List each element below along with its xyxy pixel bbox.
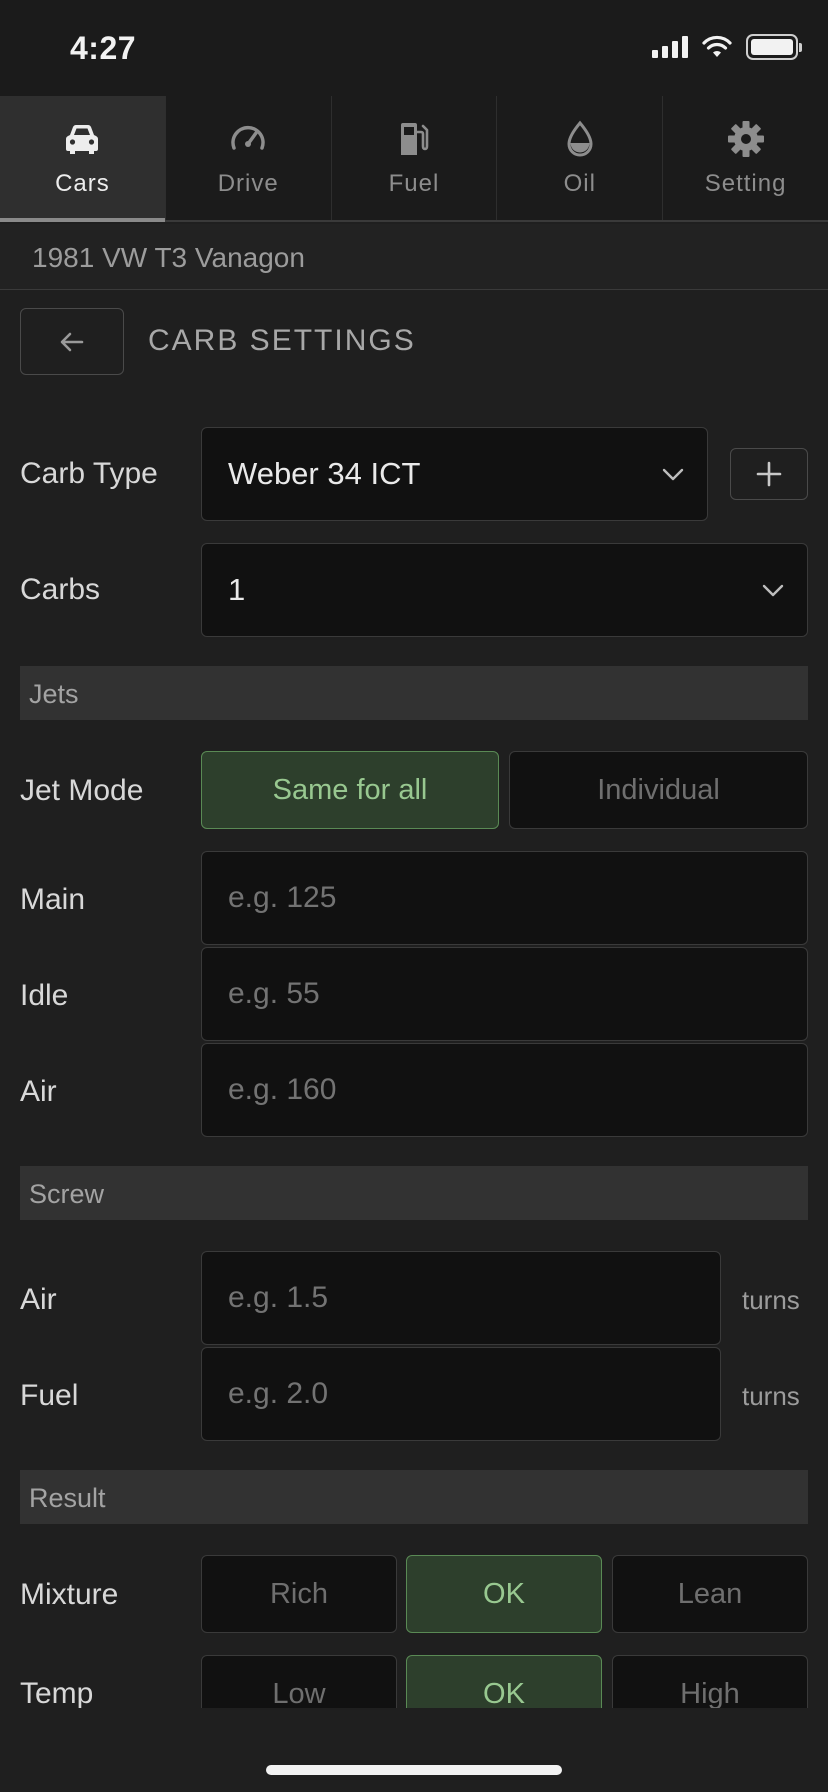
tab-label-oil: Oil	[563, 170, 596, 197]
gear-icon	[727, 121, 764, 157]
tab-label-setting: Setting	[704, 170, 787, 197]
section-result-title: Result	[29, 1483, 106, 1513]
fuel-screw-label: Fuel	[20, 1379, 79, 1412]
main-jet-label: Main	[20, 883, 86, 916]
main-jet-placeholder: e.g. 125	[228, 881, 337, 914]
air-jet-input[interactable]: e.g. 160	[201, 1043, 808, 1137]
section-result: Result	[20, 1470, 808, 1524]
carb-type-value: Weber 34 ICT	[228, 456, 421, 491]
battery-icon	[746, 34, 802, 60]
carbs-select[interactable]: 1	[201, 543, 808, 637]
mixture-rich[interactable]: Rich	[201, 1555, 397, 1633]
status-bar: 4:27	[0, 0, 828, 96]
tab-setting[interactable]: Setting	[663, 96, 828, 220]
air-screw-placeholder: e.g. 1.5	[228, 1281, 329, 1314]
tab-drive[interactable]: Drive	[166, 96, 332, 220]
carbs-value: 1	[228, 572, 246, 607]
cellular-signal-icon	[652, 36, 688, 58]
section-screw: Screw	[20, 1166, 808, 1220]
carb-type-label: Carb Type	[20, 457, 158, 490]
mixture-lean[interactable]: Lean	[612, 1555, 808, 1633]
chevron-down-icon	[662, 468, 684, 481]
fuel-pump-icon	[400, 123, 429, 155]
idle-jet-placeholder: e.g. 55	[228, 977, 320, 1010]
section-jets-title: Jets	[29, 679, 79, 709]
mixture-ok[interactable]: OK	[406, 1555, 602, 1633]
air-screw-label: Air	[20, 1283, 57, 1316]
carbs-label: Carbs	[20, 573, 101, 606]
air-screw-unit: turns	[742, 1285, 800, 1315]
home-indicator[interactable]	[266, 1765, 562, 1775]
section-jets: Jets	[20, 666, 808, 720]
page-title: CARB SETTINGS	[148, 324, 416, 357]
arrow-left-icon	[60, 332, 84, 351]
section-screw-title: Screw	[29, 1179, 105, 1209]
air-jet-placeholder: e.g. 160	[228, 1073, 337, 1106]
tab-label-drive: Drive	[217, 170, 279, 197]
mixture-label: Mixture	[20, 1578, 119, 1611]
tab-bar: Cars Drive Fuel Oil Setting	[0, 96, 828, 222]
air-jet-label: Air	[20, 1075, 57, 1108]
main-jet-input[interactable]: e.g. 125	[201, 851, 808, 945]
back-button[interactable]	[20, 308, 124, 375]
fuel-screw-placeholder: e.g. 2.0	[228, 1377, 329, 1410]
status-icons	[652, 34, 802, 60]
idle-jet-label: Idle	[20, 979, 69, 1012]
tab-label-cars: Cars	[55, 170, 110, 197]
fuel-screw-unit: turns	[742, 1381, 800, 1411]
idle-jet-input[interactable]: e.g. 55	[201, 947, 808, 1041]
temp-label: Temp	[20, 1677, 94, 1710]
status-time: 4:27	[70, 30, 137, 66]
vehicle-bar[interactable]: 1981 VW T3 Vanagon	[0, 224, 828, 290]
vehicle-name: 1981 VW T3 Vanagon	[32, 242, 305, 273]
plus-icon	[756, 461, 782, 487]
tab-label-fuel: Fuel	[388, 170, 440, 197]
bottom-safe-area	[0, 1708, 828, 1792]
chevron-down-icon	[762, 584, 784, 597]
wifi-icon	[702, 35, 732, 57]
jet-mode-individual[interactable]: Individual	[509, 751, 808, 829]
jet-mode-same-for-all[interactable]: Same for all	[201, 751, 499, 829]
oil-drop-icon	[567, 120, 593, 157]
fuel-screw-input[interactable]: e.g. 2.0	[201, 1347, 721, 1441]
speedometer-icon	[231, 125, 265, 150]
tab-cars[interactable]: Cars	[0, 96, 166, 222]
carb-type-select[interactable]: Weber 34 ICT	[201, 427, 708, 521]
jet-mode-label: Jet Mode	[20, 774, 144, 807]
car-icon	[66, 125, 99, 154]
add-carb-type-button[interactable]	[730, 448, 808, 500]
air-screw-input[interactable]: e.g. 1.5	[201, 1251, 721, 1345]
tab-oil[interactable]: Oil	[497, 96, 664, 220]
tab-fuel[interactable]: Fuel	[332, 96, 498, 220]
